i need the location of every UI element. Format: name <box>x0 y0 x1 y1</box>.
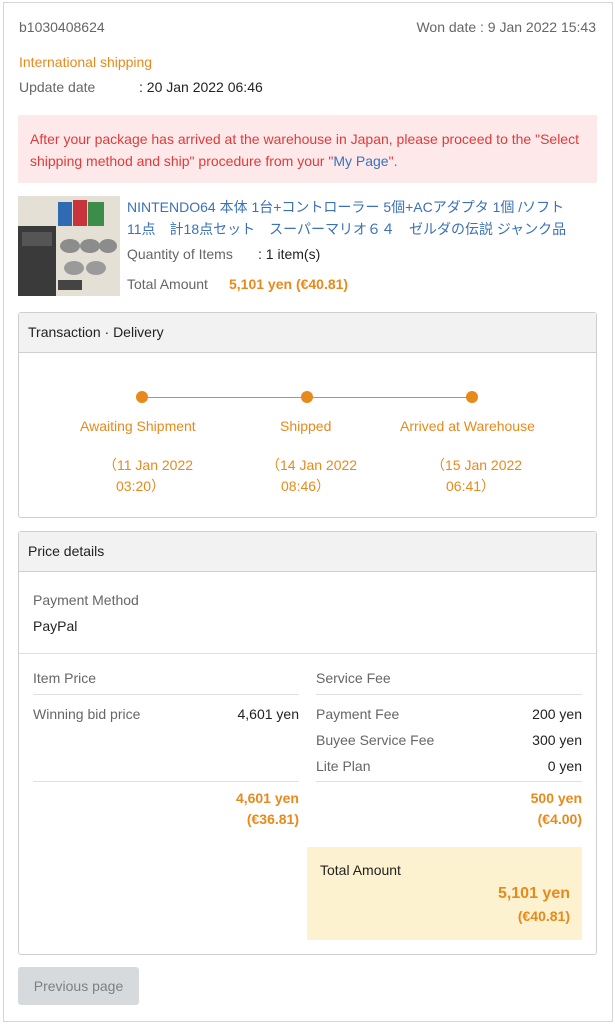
notice-text: After your package has arrived at the wa… <box>30 131 579 169</box>
item-thumbnail[interactable] <box>18 196 120 296</box>
item-price-total-eur: (€36.81) <box>246 811 299 827</box>
divider <box>19 653 596 654</box>
fee-value: 0 yen <box>547 758 582 774</box>
previous-page-button[interactable]: Previous page <box>18 967 139 1005</box>
step-dot-awaiting <box>136 391 148 403</box>
divider <box>33 694 299 695</box>
my-page-link[interactable]: My Page <box>333 153 388 169</box>
payment-method-label: Payment Method <box>33 592 139 608</box>
fee-label: Payment Fee <box>316 706 400 722</box>
item-title-line2[interactable]: 11点 計18点セット スーパーマリオ６４ ゼルダの伝説 ジャンク品 <box>127 219 566 239</box>
divider <box>316 694 582 695</box>
item-total-value: 5,101 yen (€40.81) <box>229 276 349 292</box>
item-price-header: Item Price <box>33 670 97 686</box>
service-fee-total-eur: (€4.00) <box>537 811 582 827</box>
fee-value: 200 yen <box>532 706 582 722</box>
notice-text-end: ". <box>388 153 398 169</box>
grand-total-label: Total Amount <box>320 862 401 878</box>
won-date: Won date : 9 Jan 2022 15:43 <box>416 19 596 35</box>
transaction-title: Transaction · Delivery <box>19 313 596 353</box>
fee-label: Buyee Service Fee <box>316 732 435 748</box>
step-date: （15 Jan 2022 <box>431 457 523 473</box>
step-date: （14 Jan 2022 <box>266 457 358 473</box>
step-label: Shipped <box>280 418 332 434</box>
step-time: 03:20） <box>116 478 166 494</box>
service-fee-total-yen: 500 yen <box>530 790 582 806</box>
winning-bid-label: Winning bid price <box>33 706 141 722</box>
step-label: Awaiting Shipment <box>80 418 196 434</box>
step-time: 08:46） <box>281 478 331 494</box>
update-date-label: Update date <box>19 79 96 95</box>
item-total-label: Total Amount <box>127 276 208 292</box>
item-title-line1[interactable]: NINTENDO64 本体 1台+コントローラー 5個+ACアダプタ 1個 /ソ… <box>127 197 564 217</box>
warehouse-notice: After your package has arrived at the wa… <box>18 115 597 183</box>
item-price-total-yen: 4,601 yen <box>235 790 299 806</box>
divider <box>33 781 299 782</box>
step-date: （11 Jan 2022 <box>103 457 194 473</box>
grand-total-eur: (€40.81) <box>517 908 570 924</box>
step-dot-shipped <box>301 391 313 403</box>
step-dot-arrived <box>466 391 478 403</box>
order-id: b1030408624 <box>19 19 105 35</box>
quantity-label: Quantity of Items <box>127 246 233 262</box>
payment-method-value: PayPal <box>33 618 78 634</box>
fee-label: Lite Plan <box>316 758 371 774</box>
service-fee-header: Service Fee <box>316 670 391 686</box>
winning-bid-value: 4,601 yen <box>237 706 300 722</box>
step-time: 06:41） <box>446 478 496 494</box>
grand-total-yen: 5,101 yen <box>497 885 570 902</box>
update-date-value: : 20 Jan 2022 06:46 <box>139 79 263 95</box>
shipping-type: International shipping <box>19 54 153 70</box>
price-title: Price details <box>19 532 596 572</box>
fee-value: 300 yen <box>532 732 582 748</box>
quantity-value: : 1 item(s) <box>258 246 321 262</box>
divider <box>316 781 582 782</box>
step-label: Arrived at Warehouse <box>400 418 535 434</box>
